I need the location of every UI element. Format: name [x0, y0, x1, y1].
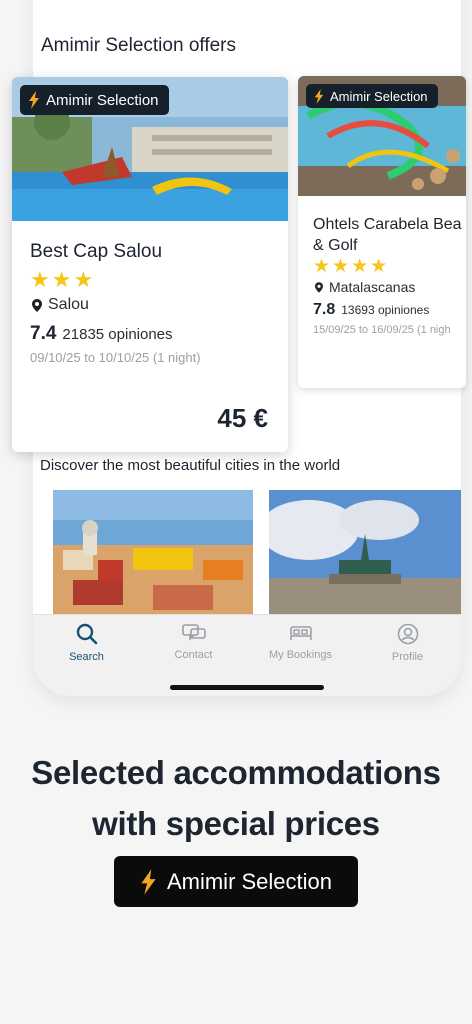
city-photo [53, 490, 253, 614]
rating-score: 7.8 [313, 301, 336, 318]
discover-cities-title: Discover the most beautiful cities in th… [40, 457, 341, 474]
bolt-icon [314, 88, 324, 104]
badge-label: Amimir Selection [46, 91, 159, 109]
amimir-selection-badge: Amimir Selection [20, 85, 169, 115]
chat-icon [181, 624, 206, 641]
hotel-name: Best Cap Salou [30, 241, 163, 262]
hotel-card-best-cap-salou[interactable]: Amimir Selection Best Cap Salou ★ ★ ★ Sa… [12, 77, 288, 452]
rating-score: 7.4 [30, 323, 57, 344]
hotel-card-ohtels-carabela[interactable]: Amimir Selection Ohtels Carabela Bea & G… [298, 76, 466, 388]
amimir-selection-badge: Amimir Selection [306, 84, 438, 108]
star-icon: ★ [51, 267, 72, 292]
tab-label: Search [69, 651, 104, 663]
hotel-name-line-1: Ohtels Carabela Bea [313, 216, 462, 233]
star-icon: ★ [351, 256, 369, 277]
city-photo [269, 490, 461, 614]
star-icon: ★ [313, 256, 331, 277]
hotel-location: Matalascanas [315, 279, 415, 295]
tab-contact[interactable]: Contact [140, 623, 247, 661]
hotel-rating: 7.4 21835 opiniones [30, 323, 173, 345]
profile-icon [397, 623, 418, 645]
bolt-icon [141, 868, 156, 895]
amimir-selection-promo-badge: Amimir Selection [114, 856, 358, 907]
bottom-tab-bar: Search Contact My Bookings Profile [33, 614, 461, 696]
tab-label: Contact [174, 649, 213, 661]
review-count: 21835 opiniones [62, 326, 173, 343]
hotel-rating: 7.8 13693 opiniones [313, 301, 429, 319]
price: 45 € [217, 403, 268, 433]
tab-label: Profile [391, 651, 424, 663]
star-icon: ★ [370, 256, 388, 277]
star-icon: ★ [332, 256, 350, 277]
home-indicator [170, 685, 324, 690]
section-title: Amimir Selection offers [41, 35, 236, 56]
city-card-lisbon[interactable] [53, 490, 253, 614]
location-pin-icon [315, 281, 323, 293]
tab-search[interactable]: Search [33, 623, 140, 663]
hotel-name-line-2: & Golf [313, 237, 358, 254]
tab-profile[interactable]: Profile [354, 623, 461, 663]
bolt-icon [29, 91, 39, 109]
badge-label: Amimir Selection [166, 868, 333, 894]
promo-headline-line-2: with special prices [92, 805, 380, 842]
tab-label: My Bookings [269, 649, 332, 661]
star-rating: ★ ★ ★ ★ [313, 255, 387, 278]
city-card-berlin[interactable] [269, 490, 461, 614]
promo-headline-line-1: Selected accommodations [31, 754, 441, 791]
star-icon: ★ [30, 267, 50, 292]
stay-dates: 15/09/25 to 16/09/25 (1 nigh [313, 324, 451, 336]
review-count: 13693 opiniones [341, 303, 430, 317]
star-rating: ★ ★ ★ [30, 267, 93, 293]
location-pin-icon [32, 298, 42, 312]
hotel-location: Salou [32, 296, 89, 314]
star-icon: ★ [73, 267, 94, 292]
hotel-name: Ohtels Carabela Bea & Golf [313, 214, 462, 256]
search-icon [76, 623, 97, 645]
stay-dates: 09/10/25 to 10/10/25 (1 night) [30, 350, 201, 365]
location-label: Salou [48, 296, 89, 313]
tab-my-bookings[interactable]: My Bookings [247, 623, 354, 661]
bed-icon [289, 626, 312, 640]
location-label: Matalascanas [329, 279, 416, 295]
badge-label: Amimir Selection [330, 88, 428, 104]
